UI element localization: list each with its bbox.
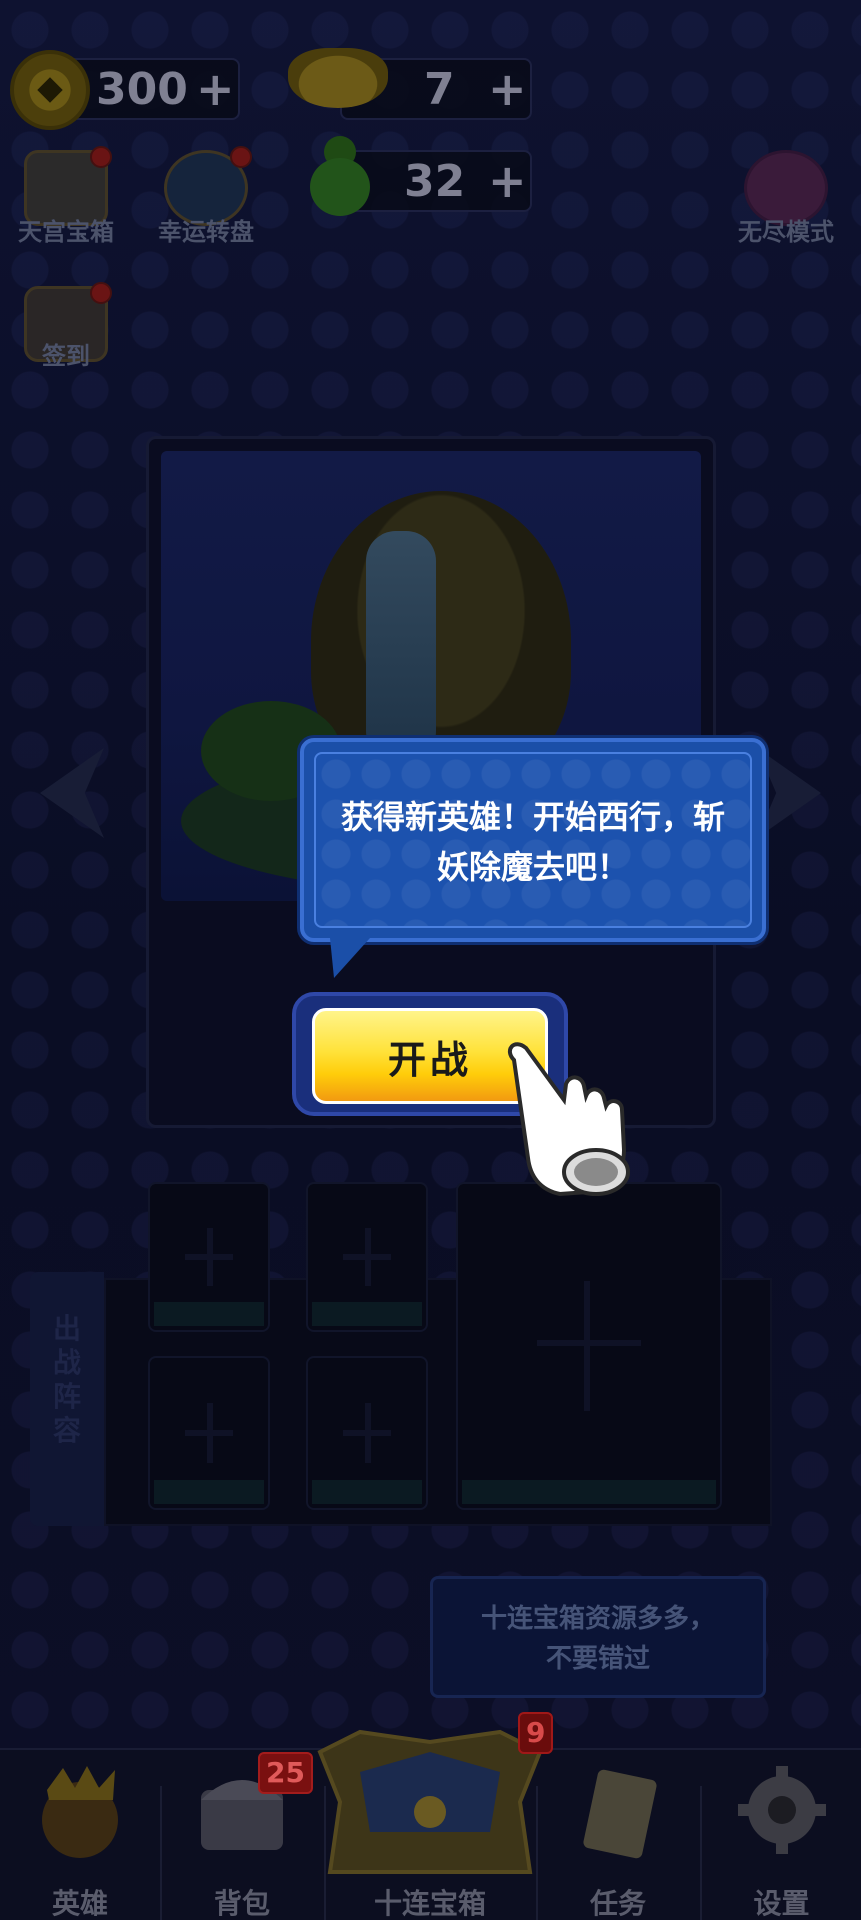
nav-settings[interactable]: 设置 [702,1750,861,1920]
coins-value: 300 [96,64,188,115]
gear-icon [737,1766,826,1854]
ten-chest-badge: 9 [518,1712,554,1754]
endless-mode-button[interactable]: 无尽模式 [736,150,836,250]
nav-backpack-label: 背包 [213,1887,270,1920]
hero-slot[interactable] [306,1356,428,1510]
gold-ingot-icon [288,48,388,108]
lucky-wheel-label: 幸运转盘 [158,218,254,246]
hero-slot[interactable] [148,1356,270,1510]
notification-dot [230,146,252,168]
ingots-plus-button[interactable]: + [488,62,527,116]
sign-in-button[interactable]: 签到 [16,282,116,386]
tip-line-1: 十连宝箱资源多多， [480,1604,715,1634]
team-side-tab[interactable]: 出战阵容 [30,1272,104,1526]
nav-tasks-label: 任务 [589,1887,646,1920]
pointing-hand-icon [507,1042,630,1197]
tutorial-message: 获得新英雄！开始西行，斩妖除魔去吧！ [340,798,725,886]
tutorial-bubble: 获得新英雄！开始西行，斩妖除魔去吧！ [300,738,766,942]
sign-in-label: 签到 [42,342,90,370]
palace-chest-label: 天宫宝箱 [18,218,114,246]
gourds-plus-button[interactable]: + [488,154,527,208]
coins-plus-button[interactable]: + [196,62,235,116]
nav-heroes-label: 英雄 [51,1887,108,1920]
monkey-king-icon [42,1766,118,1858]
gourds-value: 32 [404,156,466,207]
ten-chest-tip: 十连宝箱资源多多， 不要错过 [430,1576,766,1698]
hero-slot[interactable] [148,1182,270,1332]
copper-coin-icon [10,50,90,130]
scroll-icon [583,1769,657,1859]
ingots-value: 7 [424,64,455,115]
nav-backpack[interactable]: 25 背包 [162,1750,322,1920]
endless-mode-label: 无尽模式 [738,218,834,246]
notification-dot [90,282,112,304]
team-side-tab-label: 出战阵容 [52,1312,81,1447]
nav-settings-label: 设置 [753,1887,810,1920]
gourd-icon [306,136,374,216]
nav-ten-chest-label: 十连宝箱 [373,1887,486,1920]
hero-slot-large[interactable] [456,1182,722,1510]
hero-slot[interactable] [306,1182,428,1332]
palace-chest-button[interactable]: 天宫宝箱 [16,146,116,250]
tip-line-2: 不要错过 [545,1644,650,1674]
lucky-wheel-button[interactable]: 幸运转盘 [156,146,256,250]
notification-dot [90,146,112,168]
nav-heroes[interactable]: 英雄 [0,1750,160,1920]
nav-tasks[interactable]: 任务 [538,1750,698,1920]
